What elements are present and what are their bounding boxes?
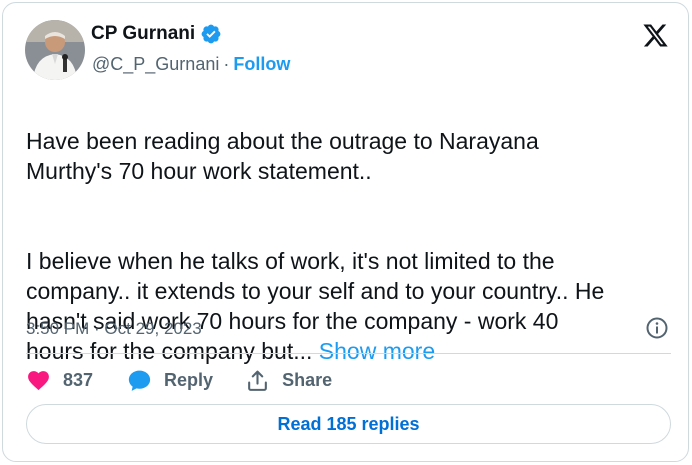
author-name-row: CP Gurnani [91,23,222,45]
share-upload-icon [248,370,267,391]
tweet-card: CP Gurnani @C_P_Gurnani · Follow Have be… [2,2,689,462]
info-icon[interactable] [645,316,669,340]
show-more-link[interactable]: Show more [319,338,435,364]
tweet-paragraph-continued: I believe when he talks of work, it's no… [26,246,671,366]
reply-button[interactable]: Reply [127,368,213,393]
share-button[interactable]: Share [245,368,332,393]
tweet-paragraph: Have been reading about the outrage to N… [26,128,539,184]
heart-icon [28,370,49,390]
author-handle[interactable]: @C_P_Gurnani [92,54,219,75]
tweet-paragraph-text: I believe when he talks of work, it's no… [26,248,605,364]
read-replies-button[interactable]: Read 185 replies [26,404,671,444]
follow-button[interactable]: Follow [233,54,290,75]
verified-badge-icon [200,23,222,45]
author-avatar[interactable] [25,20,85,80]
author-display-name[interactable]: CP Gurnani [91,23,195,45]
tweet-text: Have been reading about the outrage to N… [26,96,671,396]
author-handle-row: @C_P_Gurnani · Follow [92,54,290,75]
tweet-timestamp[interactable]: 3:50 PM · Oct 29, 2023 [26,319,202,339]
handle-separator: · [223,54,230,74]
like-button[interactable]: 837 [26,368,93,393]
avatar-image [25,20,85,80]
share-label: Share [282,369,333,390]
action-bar: 837 Reply Share [26,365,332,395]
speech-bubble-icon [128,370,151,391]
x-logo-icon[interactable] [642,22,669,49]
reply-label: Reply [164,369,214,390]
like-count: 837 [63,369,94,390]
divider [26,353,671,354]
